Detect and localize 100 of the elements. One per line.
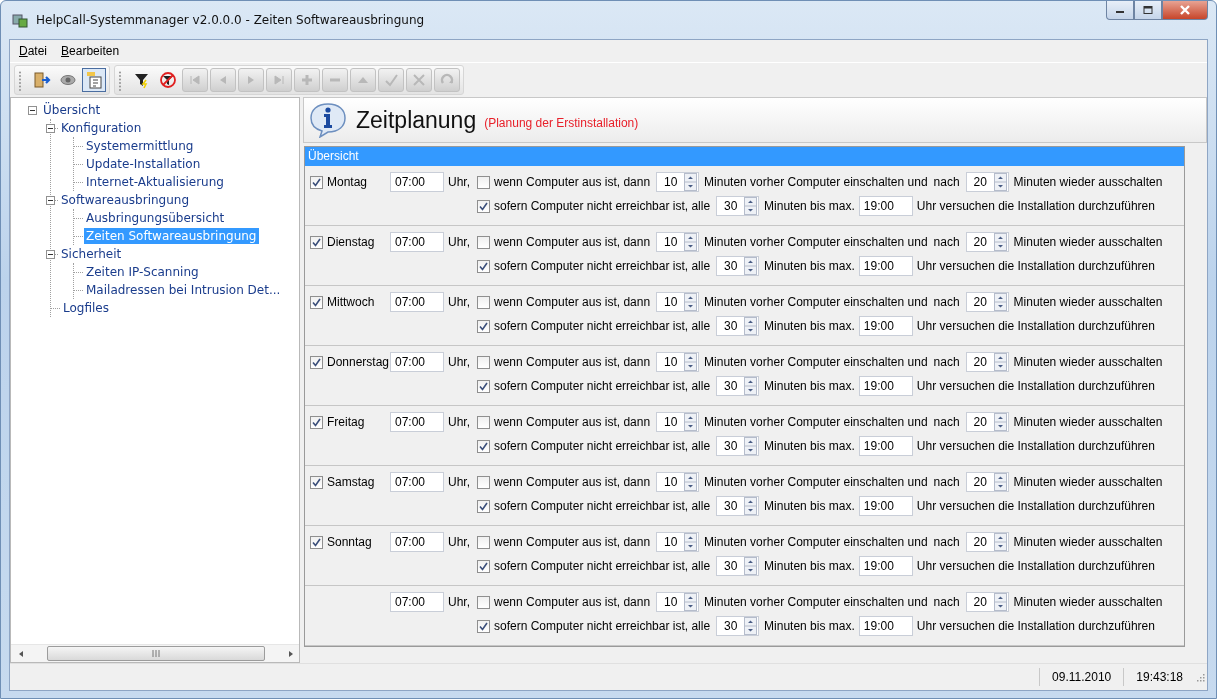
tree-item[interactable]: Sicherheit: [59, 246, 124, 262]
menu-item[interactable]: Bearbeiten: [54, 42, 127, 60]
menu-item[interactable]: Datei: [12, 42, 55, 60]
checkbox[interactable]: [477, 235, 490, 249]
time-field[interactable]: 07:00: [390, 292, 444, 312]
spin-arrows-icon[interactable]: [744, 497, 758, 515]
tree-item[interactable]: Systemermittlung: [84, 138, 196, 154]
collapse-icon[interactable]: [28, 105, 37, 115]
scrollbar-thumb[interactable]: [47, 646, 265, 661]
spin-arrows-icon[interactable]: [684, 233, 698, 251]
spin-arrows-icon[interactable]: [744, 317, 758, 335]
time-field[interactable]: 19:00: [858, 316, 913, 336]
collapse-icon[interactable]: [46, 249, 55, 259]
scroll-left-icon[interactable]: [17, 649, 25, 658]
tree-item[interactable]: Update-Installation: [84, 156, 203, 172]
spin-arrows-icon[interactable]: [744, 437, 758, 455]
checkbox[interactable]: [477, 559, 490, 573]
minutes-spinner[interactable]: 30: [716, 436, 760, 456]
tree-item[interactable]: Internet-Aktualisierung: [84, 174, 226, 190]
minutes-spinner[interactable]: 20: [965, 232, 1009, 252]
tree-item[interactable]: Logfiles: [61, 300, 111, 316]
time-field[interactable]: 19:00: [858, 256, 913, 276]
minutes-spinner[interactable]: 20: [965, 352, 1009, 372]
tree-item[interactable]: Konfiguration: [59, 120, 144, 136]
time-field[interactable]: 19:00: [858, 196, 913, 216]
time-field[interactable]: 07:00: [390, 472, 444, 492]
checkbox[interactable]: [477, 175, 490, 189]
time-field[interactable]: 07:00: [390, 232, 444, 252]
spin-arrows-icon[interactable]: [993, 293, 1007, 311]
checkbox[interactable]: [477, 355, 490, 369]
checkbox[interactable]: [477, 199, 490, 213]
minutes-spinner[interactable]: 10: [656, 352, 700, 372]
spin-arrows-icon[interactable]: [993, 353, 1007, 371]
spin-arrows-icon[interactable]: [744, 617, 758, 635]
time-field[interactable]: 07:00: [390, 352, 444, 372]
checkbox[interactable]: [477, 475, 490, 489]
collapse-icon[interactable]: [46, 123, 55, 133]
minutes-spinner[interactable]: 30: [716, 616, 760, 636]
time-field[interactable]: 19:00: [858, 616, 913, 636]
checkbox[interactable]: [310, 415, 323, 429]
time-field[interactable]: 19:00: [858, 376, 913, 396]
checkbox[interactable]: [477, 295, 490, 309]
spin-arrows-icon[interactable]: [684, 533, 698, 551]
spin-arrows-icon[interactable]: [684, 293, 698, 311]
tree-item[interactable]: Ausbringungsübersicht: [84, 210, 227, 226]
spin-arrows-icon[interactable]: [744, 257, 758, 275]
minutes-spinner[interactable]: 10: [656, 472, 700, 492]
time-field[interactable]: 19:00: [858, 436, 913, 456]
minutes-spinner[interactable]: 20: [965, 532, 1009, 552]
spin-arrows-icon[interactable]: [744, 377, 758, 395]
minutes-spinner[interactable]: 30: [716, 496, 760, 516]
checkbox[interactable]: [477, 499, 490, 513]
minutes-spinner[interactable]: 20: [965, 592, 1009, 612]
checkbox[interactable]: [477, 595, 490, 609]
minimize-button[interactable]: [1106, 1, 1134, 20]
tree-item[interactable]: Zeiten IP-Scanning: [84, 264, 201, 280]
spin-arrows-icon[interactable]: [993, 593, 1007, 611]
spin-arrows-icon[interactable]: [993, 533, 1007, 551]
minutes-spinner[interactable]: 30: [716, 316, 760, 336]
spin-arrows-icon[interactable]: [684, 173, 698, 191]
spin-arrows-icon[interactable]: [684, 593, 698, 611]
checkbox[interactable]: [310, 175, 323, 189]
toolbar-grip-icon[interactable]: [118, 69, 122, 91]
toolbar-grip-icon[interactable]: [18, 69, 22, 91]
time-field[interactable]: 07:00: [390, 172, 444, 192]
minutes-spinner[interactable]: 20: [965, 292, 1009, 312]
maximize-button[interactable]: [1134, 1, 1162, 20]
resize-grip-icon[interactable]: [1195, 672, 1205, 682]
checkbox[interactable]: [477, 379, 490, 393]
time-field[interactable]: 19:00: [858, 496, 913, 516]
spin-arrows-icon[interactable]: [993, 233, 1007, 251]
minutes-spinner[interactable]: 30: [716, 196, 760, 216]
checkbox[interactable]: [477, 259, 490, 273]
time-field[interactable]: 07:00: [390, 592, 444, 612]
time-field[interactable]: 07:00: [390, 412, 444, 432]
tree-item[interactable]: Mailadressen bei Intrusion Det...: [84, 282, 283, 298]
minutes-spinner[interactable]: 30: [716, 256, 760, 276]
spin-arrows-icon[interactable]: [684, 353, 698, 371]
close-button[interactable]: [1162, 1, 1208, 20]
minutes-spinner[interactable]: 30: [716, 556, 760, 576]
tree-item[interactable]: Softwareausbringung: [59, 192, 192, 208]
minutes-spinner[interactable]: 20: [965, 412, 1009, 432]
checkbox[interactable]: [477, 439, 490, 453]
checkbox[interactable]: [310, 475, 323, 489]
checkbox[interactable]: [477, 535, 490, 549]
checkbox[interactable]: [310, 355, 323, 369]
checkbox[interactable]: [310, 235, 323, 249]
tree-item[interactable]: Übersicht: [41, 102, 103, 118]
spin-arrows-icon[interactable]: [684, 413, 698, 431]
spin-arrows-icon[interactable]: [993, 413, 1007, 431]
minutes-spinner[interactable]: 30: [716, 376, 760, 396]
spin-arrows-icon[interactable]: [744, 197, 758, 215]
minutes-spinner[interactable]: 20: [965, 472, 1009, 492]
minutes-spinner[interactable]: 10: [656, 292, 700, 312]
tree-tool-button[interactable]: [82, 68, 106, 92]
time-field[interactable]: 07:00: [390, 532, 444, 552]
scroll-right-icon[interactable]: [287, 649, 295, 658]
spin-arrows-icon[interactable]: [993, 473, 1007, 491]
time-field[interactable]: 19:00: [858, 556, 913, 576]
spin-arrows-icon[interactable]: [993, 173, 1007, 191]
